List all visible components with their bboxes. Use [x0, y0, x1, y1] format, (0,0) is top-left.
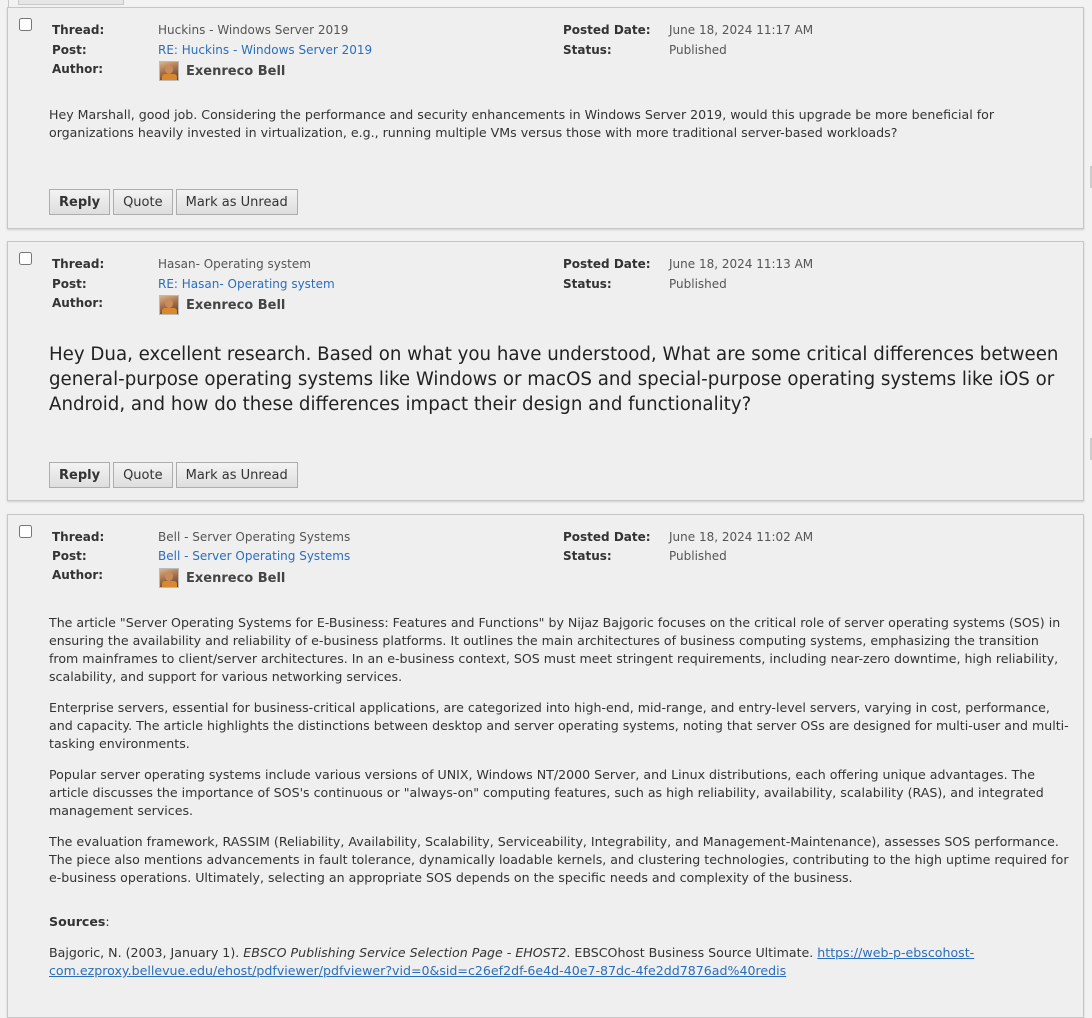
post-body: The article "Server Operating Systems fo… — [49, 614, 1069, 993]
author-name: Exenreco Bell — [186, 63, 286, 79]
author-label: Author: — [52, 296, 104, 310]
source-link-line1[interactable]: https://web-p-ebscohost- — [817, 945, 974, 960]
author-label: Author: — [52, 568, 104, 582]
avatar — [159, 295, 179, 315]
discussion-post: Thread: Hasan- Operating system Post: RE… — [7, 241, 1084, 501]
thread-label: Thread: — [52, 257, 105, 271]
author: Exenreco Bell — [159, 568, 285, 588]
author: Exenreco Bell — [159, 295, 285, 315]
source-link-line2[interactable]: com.ezproxy.bellevue.edu/ehost/pdfviewer… — [49, 963, 786, 978]
post-link[interactable]: RE: Hasan- Operating system — [158, 277, 335, 291]
post-paragraph: The article "Server Operating Systems fo… — [49, 615, 1061, 684]
select-post-checkbox[interactable] — [19, 525, 32, 538]
status-value: Published — [669, 277, 727, 291]
thread-value: Huckins - Windows Server 2019 — [158, 23, 349, 37]
posted-date-value: June 18, 2024 11:13 AM — [669, 257, 814, 271]
discussion-post: Thread: Huckins - Windows Server 2019 Po… — [7, 7, 1084, 229]
tab-stub — [18, 0, 124, 5]
citation-title: EBSCO Publishing Service Selection Page … — [243, 945, 567, 960]
select-post-checkbox[interactable] — [19, 18, 32, 31]
source-citation: Bajgoric, N. (2003, January 1). EBSCO Pu… — [49, 944, 1069, 980]
post-paragraph: The evaluation framework, RASSIM (Reliab… — [49, 834, 1069, 885]
author: Exenreco Bell — [159, 61, 285, 81]
thread-value: Hasan- Operating system — [158, 257, 311, 271]
thread-label: Thread: — [52, 23, 105, 37]
posted-date-value: June 18, 2024 11:02 AM — [669, 530, 814, 544]
mark-unread-button[interactable]: Mark as Unread — [175, 462, 298, 488]
mark-unread-button[interactable]: Mark as Unread — [175, 189, 298, 215]
author-label: Author: — [52, 62, 104, 76]
post-body: Hey Dua, excellent research. Based on wh… — [49, 342, 1069, 430]
discussion-post: Thread: Bell - Server Operating Systems … — [7, 514, 1084, 1018]
quote-button[interactable]: Quote — [113, 189, 173, 215]
reply-button[interactable]: Reply — [49, 189, 111, 215]
avatar — [159, 61, 179, 81]
status-label: Status: — [563, 277, 612, 291]
post-actions: Reply Quote Mark as Unread — [49, 189, 298, 215]
citation-prefix: Bajgoric, N. (2003, January 1). — [49, 945, 244, 960]
status-label: Status: — [563, 549, 612, 563]
status-label: Status: — [563, 43, 612, 57]
sources-label: Sources — [49, 914, 106, 929]
post-paragraph: Enterprise servers, essential for busine… — [49, 700, 1069, 751]
posted-date-value: June 18, 2024 11:17 AM — [669, 23, 814, 37]
post-actions: Reply Quote Mark as Unread — [49, 462, 298, 488]
post-paragraph: Hey Dua, excellent research. Based on wh… — [49, 344, 1059, 415]
post-body: Hey Marshall, good job. Considering the … — [49, 106, 1069, 155]
posted-date-label: Posted Date: — [563, 257, 651, 271]
status-value: Published — [669, 549, 727, 563]
post-paragraph: Popular server operating systems include… — [49, 767, 1044, 818]
post-label: Post: — [52, 549, 87, 563]
author-name: Exenreco Bell — [186, 297, 286, 313]
posted-date-label: Posted Date: — [563, 23, 651, 37]
post-label: Post: — [52, 277, 87, 291]
sources-heading: Sources: — [49, 913, 1069, 931]
post-paragraph: Hey Marshall, good job. Considering the … — [49, 107, 995, 140]
status-value: Published — [669, 43, 727, 57]
avatar — [159, 568, 179, 588]
thread-label: Thread: — [52, 530, 105, 544]
thread-value: Bell - Server Operating Systems — [158, 530, 351, 544]
posted-date-label: Posted Date: — [563, 530, 651, 544]
author-name: Exenreco Bell — [186, 570, 286, 586]
post-link[interactable]: Bell - Server Operating Systems — [158, 549, 350, 563]
reply-button[interactable]: Reply — [49, 462, 111, 488]
sources-colon: : — [105, 914, 110, 929]
citation-mid: . EBSCOhost Business Source Ultimate. — [566, 945, 818, 960]
quote-button[interactable]: Quote — [113, 462, 173, 488]
post-link[interactable]: RE: Huckins - Windows Server 2019 — [158, 43, 372, 57]
select-post-checkbox[interactable] — [19, 252, 32, 265]
post-label: Post: — [52, 43, 87, 57]
